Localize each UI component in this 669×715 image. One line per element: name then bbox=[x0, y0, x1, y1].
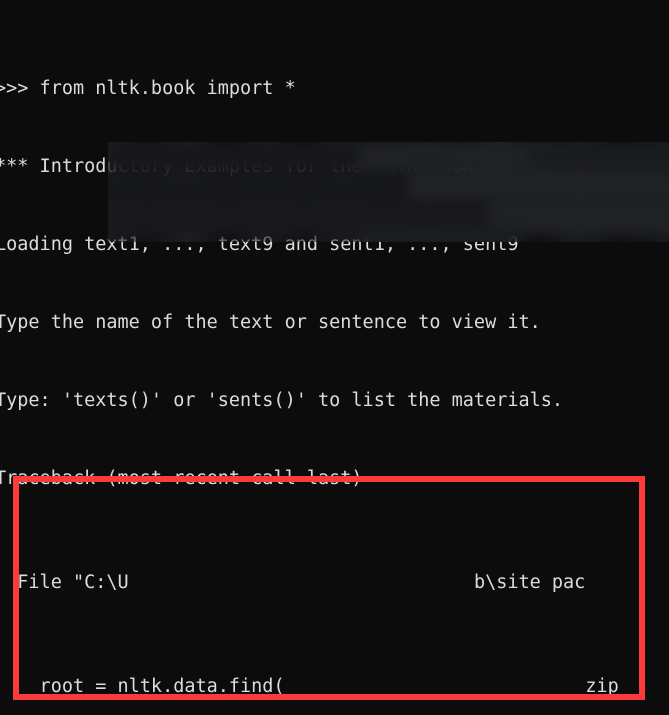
console-line: Traceback (most recent call last) bbox=[0, 468, 363, 489]
console-line: Type: 'texts()' or 'sents()' to list the… bbox=[0, 390, 564, 411]
console-line-redacted: File "C:\U b\site pac tk\co bbox=[0, 570, 669, 596]
clipped-bottom-line: ****************************************… bbox=[0, 700, 669, 715]
console-line: Loading text1, ..., text9 and sent1, ...… bbox=[0, 234, 519, 255]
traceback-root-call: root = nltk.data.find( bbox=[0, 676, 285, 697]
console-line-redacted: root = nltk.data.find( zip bbox=[0, 674, 669, 700]
console-output: >>> from nltk.book import * *** Introduc… bbox=[0, 0, 669, 715]
console-line: Type the name of the text or sentence to… bbox=[0, 312, 541, 333]
console-line: *** Introductory Examples for the NLTK B… bbox=[0, 156, 519, 177]
traceback-file-mid: b\site pac bbox=[473, 572, 586, 593]
traceback-zip-suffix: zip bbox=[585, 676, 619, 697]
terminal-window[interactable]: >>> from nltk.book import * *** Introduc… bbox=[0, 0, 669, 715]
traceback-file-prefix: File "C:\U bbox=[0, 572, 129, 593]
console-line: >>> from nltk.book import * bbox=[0, 78, 296, 99]
